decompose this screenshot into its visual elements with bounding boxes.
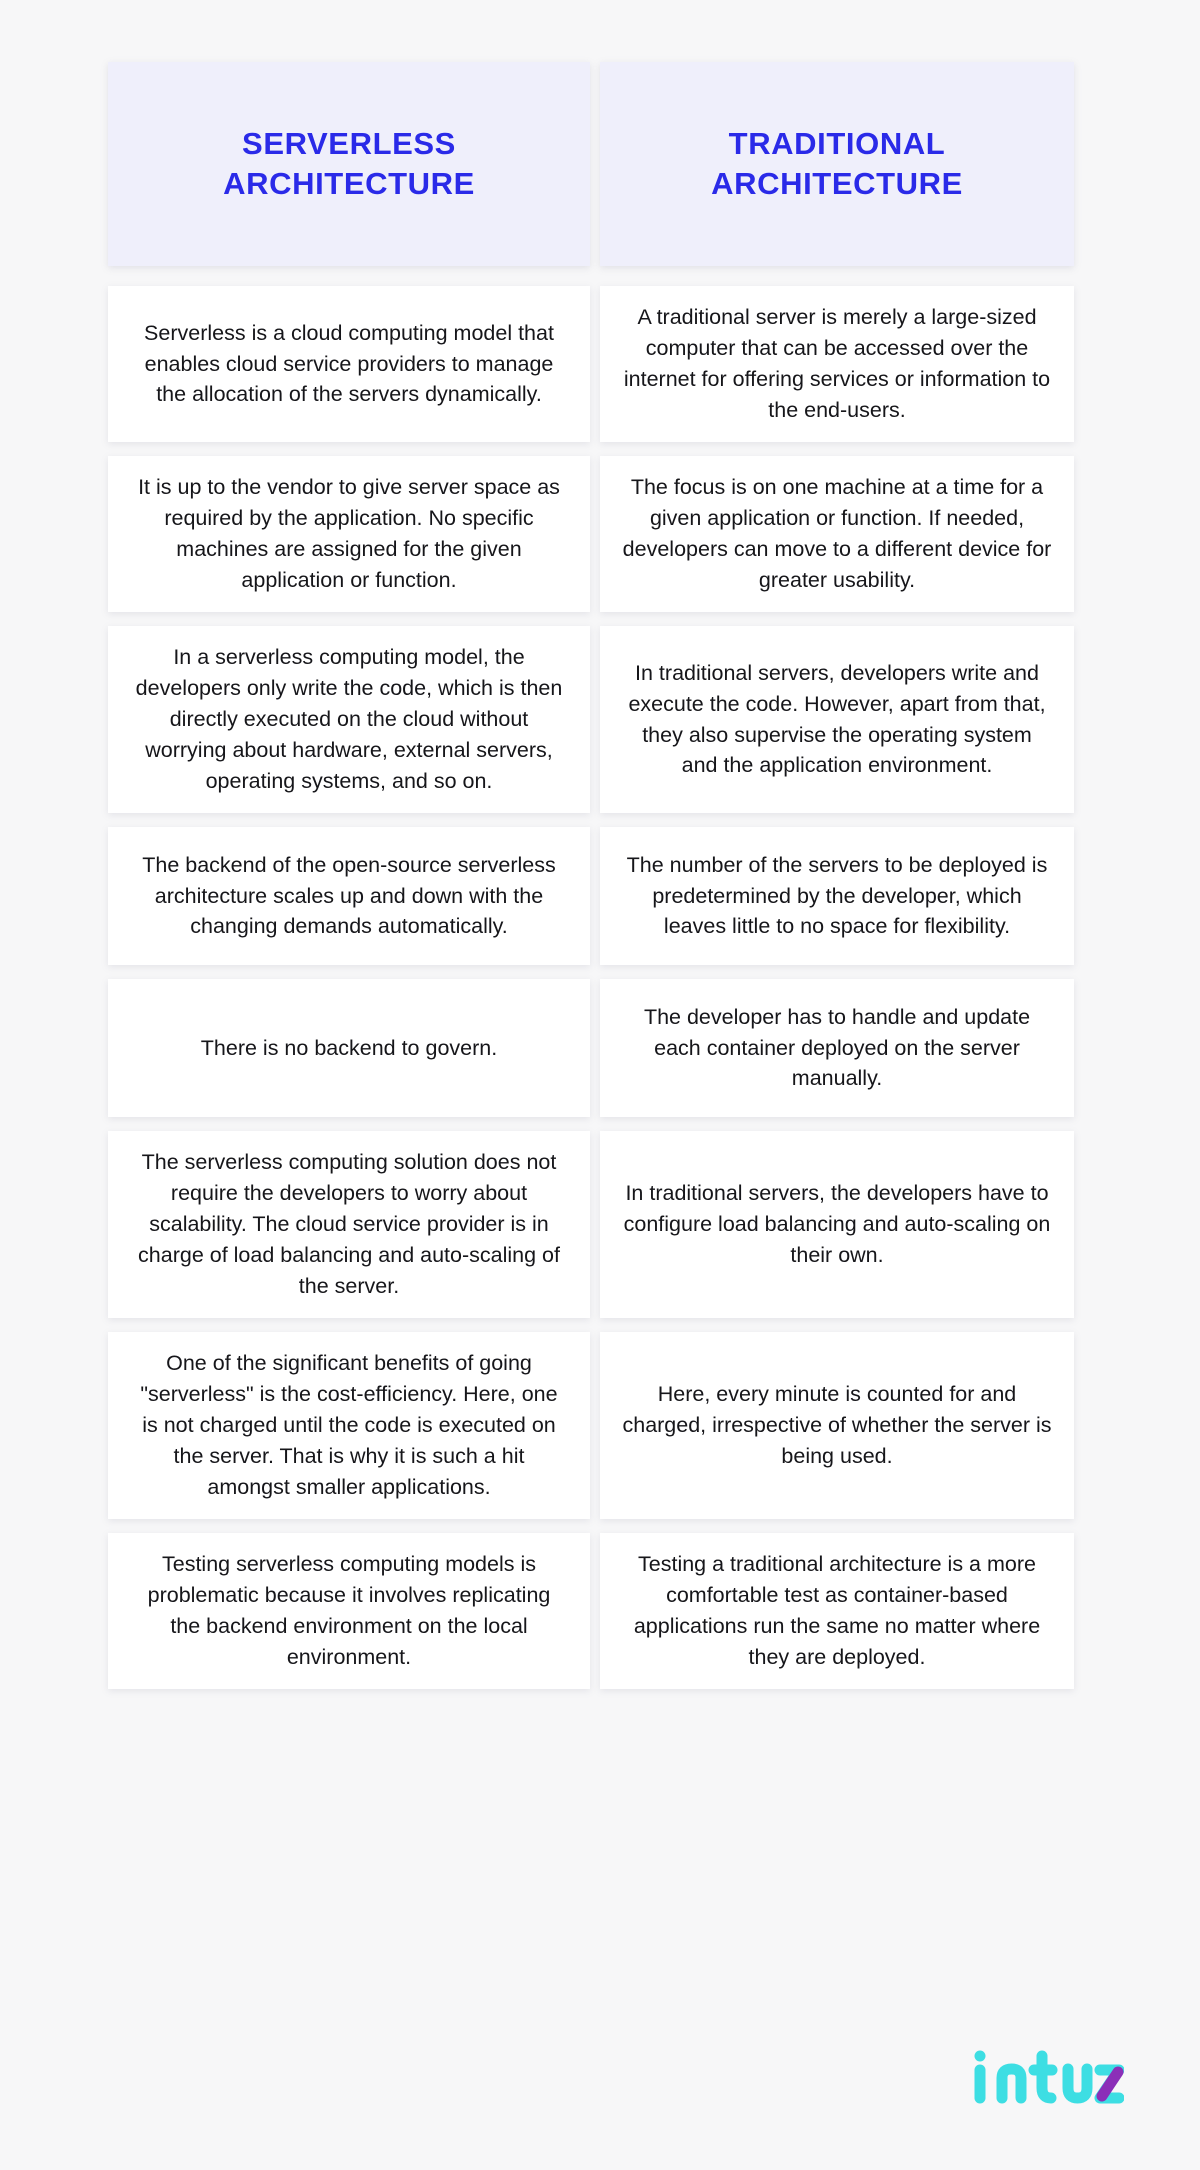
table-cell: Testing a traditional architecture is a … xyxy=(600,1533,1074,1689)
table-cell: One of the significant benefits of going… xyxy=(108,1332,590,1519)
column-title-serverless: Serverless Architecture xyxy=(223,125,475,201)
table-cell: The focus is on one machine at a time fo… xyxy=(600,456,1074,612)
cell-text: In traditional servers, developers write… xyxy=(628,660,1046,778)
table-cell: The number of the servers to be deployed… xyxy=(600,827,1074,965)
comparison-grid: Serverless Architecture Serverless is a … xyxy=(108,62,1074,1703)
cell-text: Here, every minute is counted for and ch… xyxy=(622,1382,1052,1468)
brand-logo xyxy=(972,2048,1124,2110)
column-traditional: Traditional Architecture A traditional s… xyxy=(595,62,1074,1703)
table-cell: It is up to the vendor to give server sp… xyxy=(108,456,590,612)
table-cell: In traditional servers, developers write… xyxy=(600,626,1074,813)
column-title-traditional: Traditional Architecture xyxy=(711,125,963,201)
column-header-serverless: Serverless Architecture xyxy=(108,62,590,266)
cell-text: It is up to the vendor to give server sp… xyxy=(138,475,560,592)
cell-text: The backend of the open-source serverles… xyxy=(142,852,556,939)
intuz-logo-icon xyxy=(974,2050,1124,2104)
comparison-infographic: Serverless Architecture Serverless is a … xyxy=(108,62,1074,1703)
cell-text: Testing a traditional architecture is a … xyxy=(633,1552,1041,1669)
cell-text: In traditional servers, the developers h… xyxy=(623,1181,1051,1267)
cell-text: In a serverless computing model, the dev… xyxy=(135,645,563,793)
cell-text: There is no backend to govern. xyxy=(200,1035,498,1060)
cell-text: One of the significant benefits of going… xyxy=(140,1351,558,1499)
column-serverless: Serverless Architecture Serverless is a … xyxy=(108,62,595,1703)
table-cell: The serverless computing solution does n… xyxy=(108,1131,590,1318)
column-header-traditional: Traditional Architecture xyxy=(600,62,1074,266)
table-cell: Here, every minute is counted for and ch… xyxy=(600,1332,1074,1519)
intuz-logo-dot xyxy=(974,2050,986,2062)
cell-text: A traditional server is merely a large-s… xyxy=(623,305,1051,422)
intuz-logo-accent xyxy=(1096,2066,1124,2102)
table-cell: A traditional server is merely a large-s… xyxy=(600,286,1074,442)
cell-text: Testing serverless computing models is p… xyxy=(147,1552,551,1669)
table-cell: The backend of the open-source serverles… xyxy=(108,827,590,965)
table-cell: Serverless is a cloud computing model th… xyxy=(108,286,590,442)
table-cell: The developer has to handle and update e… xyxy=(600,979,1074,1117)
cell-text: The focus is on one machine at a time fo… xyxy=(622,475,1052,592)
table-cell: Testing serverless computing models is p… xyxy=(108,1533,590,1689)
cell-text: The number of the servers to be deployed… xyxy=(626,852,1048,939)
table-cell: In traditional servers, the developers h… xyxy=(600,1131,1074,1318)
table-cell: There is no backend to govern. xyxy=(108,979,590,1117)
cell-text: Serverless is a cloud computing model th… xyxy=(144,320,554,407)
cell-text: The serverless computing solution does n… xyxy=(138,1150,560,1298)
cell-text: The developer has to handle and update e… xyxy=(643,1004,1031,1091)
table-cell: In a serverless computing model, the dev… xyxy=(108,626,590,813)
